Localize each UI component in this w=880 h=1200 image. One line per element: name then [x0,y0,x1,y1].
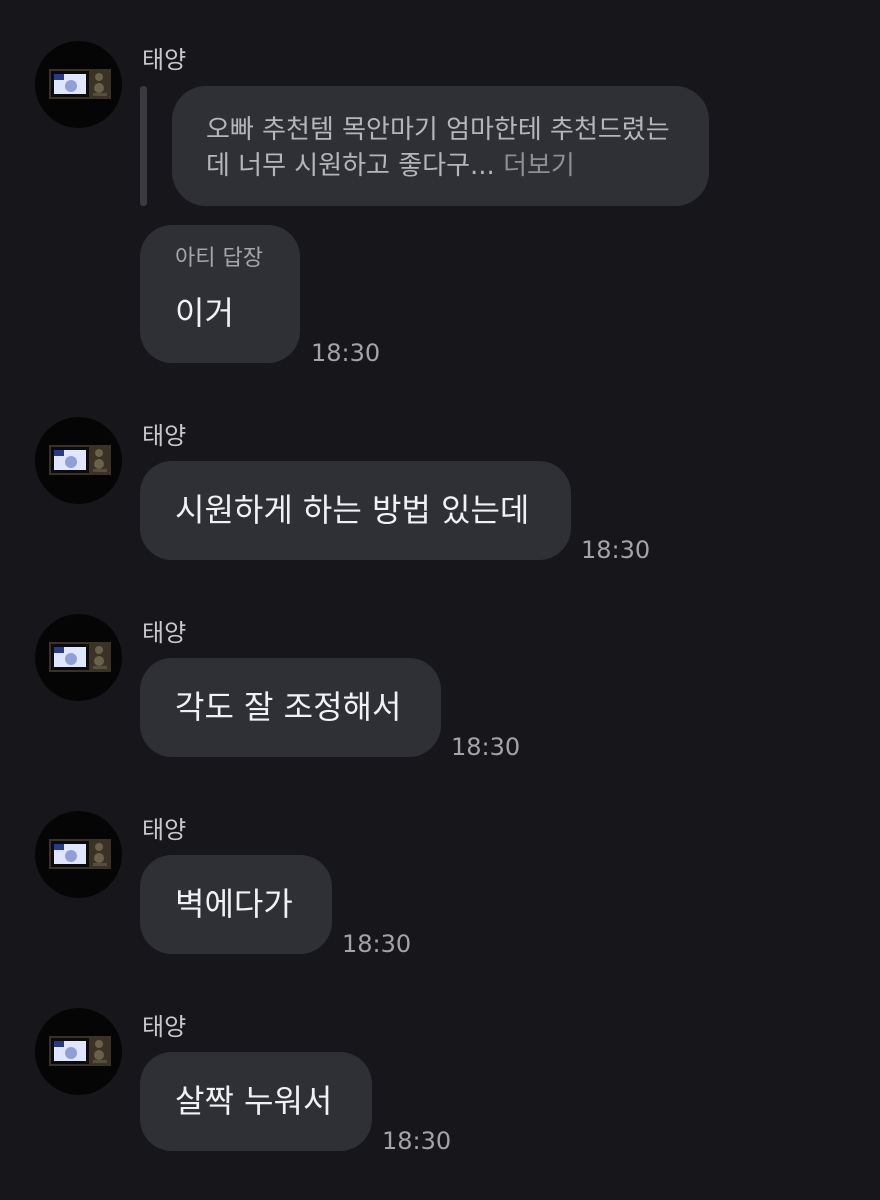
message-text: 살짝 누워서 [175,1082,333,1120]
message-bubble[interactable]: 살짝 누워서 [140,1052,372,1151]
message-text: 벽에다가 [175,885,293,923]
avatar[interactable] [35,811,122,898]
avatar[interactable] [35,614,122,701]
message-time: 18:30 [382,1127,452,1155]
sender-name: 태양 [142,816,187,844]
message-time: 18:30 [342,930,412,958]
message-time: 18:30 [311,339,381,367]
sender-name: 태양 [142,619,187,647]
message-text: 각도 잘 조정해서 [175,688,402,726]
reply-label: 아티 답장 [175,246,263,271]
quote-bar [140,86,147,206]
message-text: 이거 [175,294,234,332]
avatar[interactable] [35,417,122,504]
sender-name: 태양 [142,1013,187,1041]
avatar[interactable] [35,41,122,128]
message-time: 18:30 [451,733,521,761]
quoted-message[interactable]: 오빠 추천템 목안마기 엄마한테 추천드렸는데 너무 시원하고 좋다구... 더… [172,86,709,206]
message-bubble[interactable]: 시원하게 하는 방법 있는데 [140,461,571,560]
quoted-text: 오빠 추천템 목안마기 엄마한테 추천드렸는데 너무 시원하고 좋다구... [206,115,670,181]
sender-name: 태양 [142,46,187,74]
message-bubble[interactable]: 아티 답장 이거 [140,225,300,363]
avatar[interactable] [35,1008,122,1095]
message-bubble[interactable]: 각도 잘 조정해서 [140,658,441,757]
message-text: 시원하게 하는 방법 있는데 [175,491,530,529]
see-more-link[interactable]: 더보기 [503,151,575,181]
message-bubble[interactable]: 벽에다가 [140,855,332,954]
sender-name: 태양 [142,422,187,450]
message-time: 18:30 [581,536,651,564]
